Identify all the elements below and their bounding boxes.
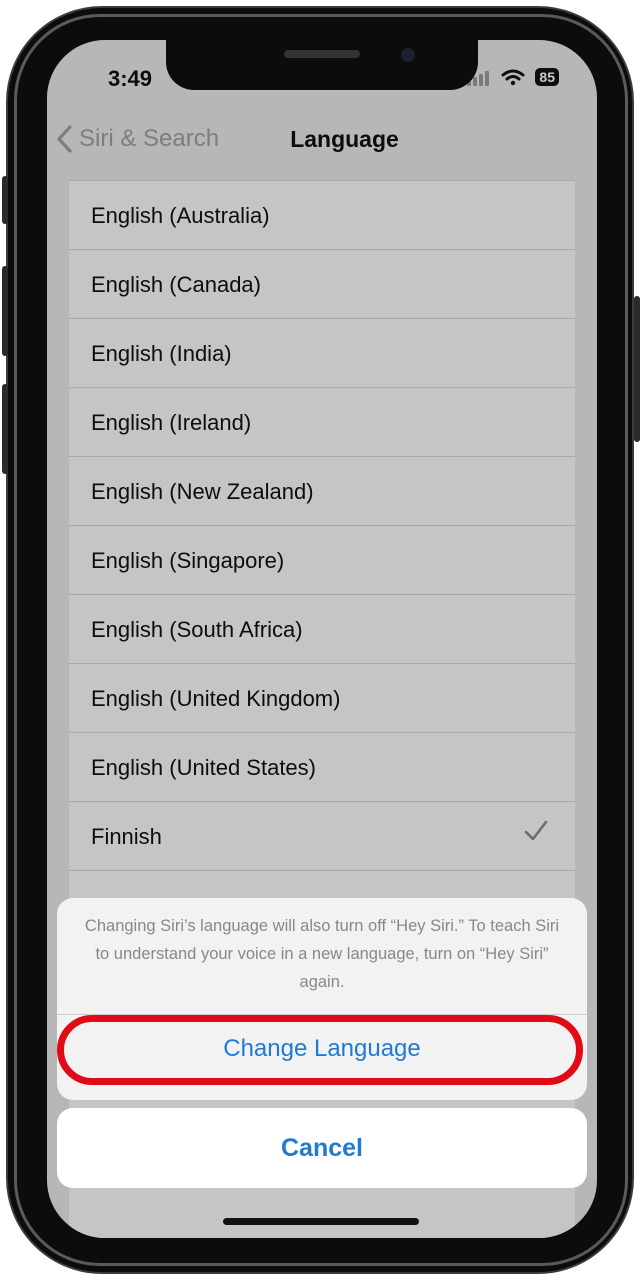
volume-down-button <box>2 384 8 474</box>
action-sheet-message: Changing Siri’s language will also turn … <box>84 917 560 991</box>
speaker-grille <box>284 50 360 58</box>
screen: 3:49 85 Siri & Search Language English (… <box>47 40 597 1238</box>
home-indicator[interactable] <box>223 1218 419 1225</box>
front-camera <box>401 48 415 62</box>
volume-up-button <box>2 266 8 356</box>
cancel-button[interactable]: Cancel <box>57 1108 587 1188</box>
notch <box>166 40 478 90</box>
highlight-annotation <box>57 1015 583 1085</box>
power-button <box>634 296 640 442</box>
silent-switch <box>2 176 8 224</box>
